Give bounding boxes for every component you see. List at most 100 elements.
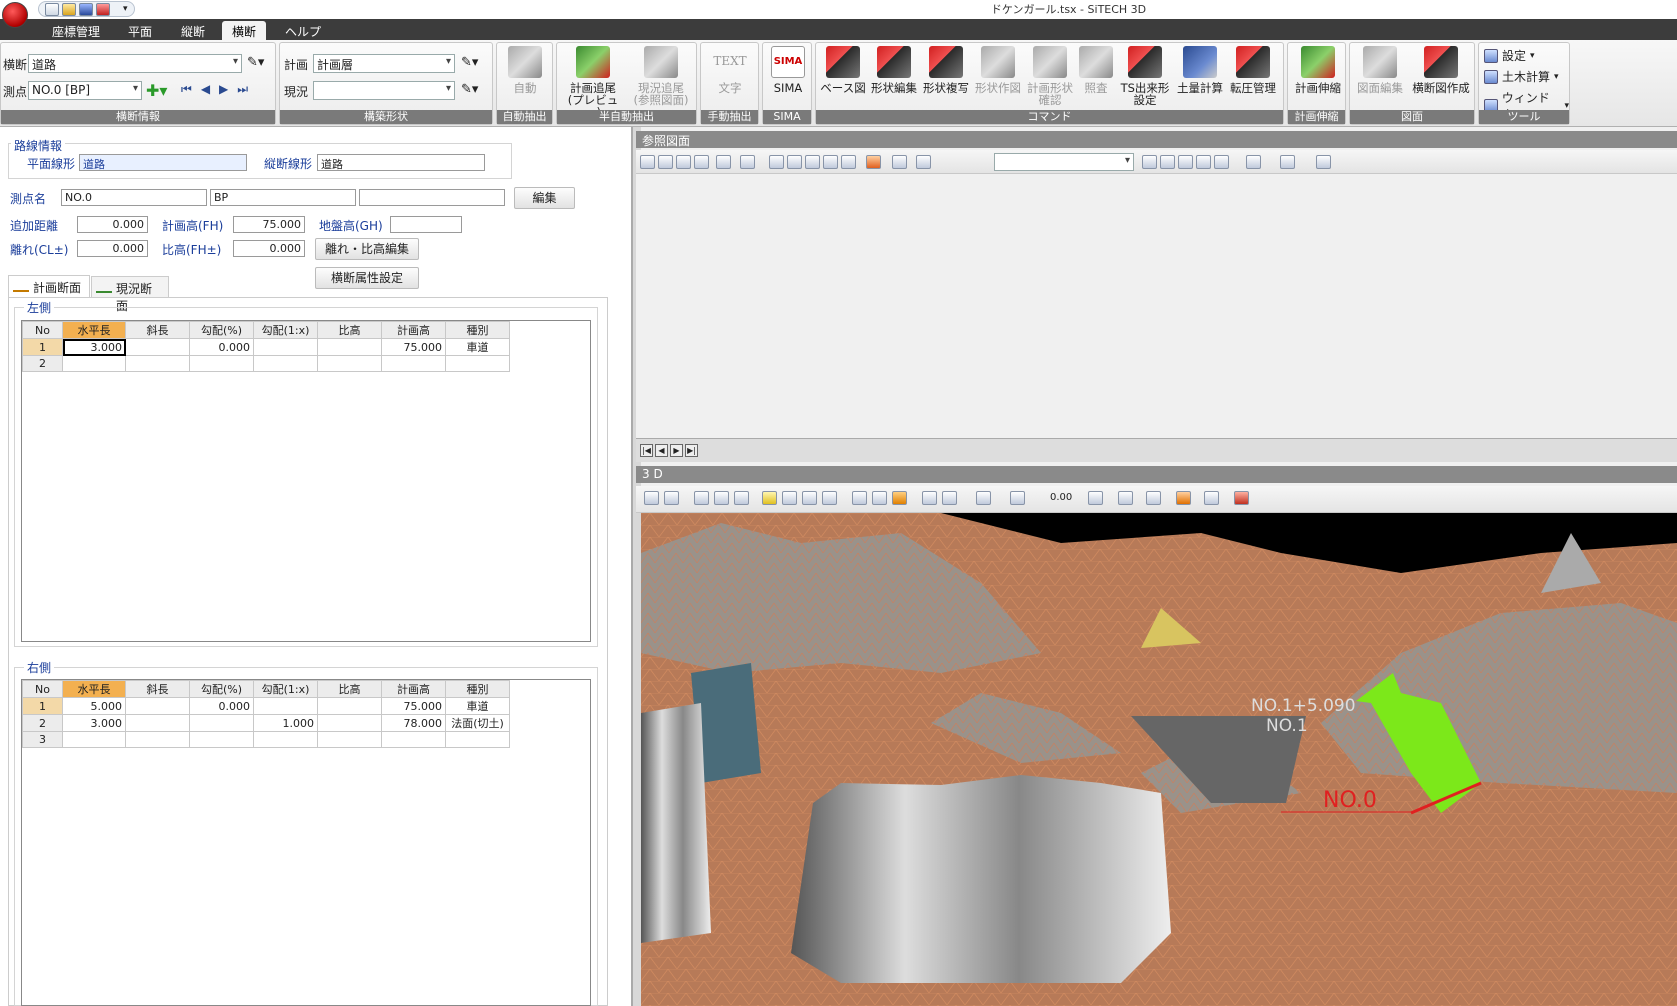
folder-icon[interactable] [658,155,673,169]
box-icon[interactable] [1176,491,1191,505]
table-row[interactable]: 1 3.000 0.000 75.000 車道 [22,338,510,356]
offset-field[interactable]: 0.000 [77,240,148,257]
compaction-button[interactable]: 転圧管理 [1226,46,1280,94]
light-icon[interactable] [762,491,777,505]
relative-height-field[interactable]: 0.000 [233,240,305,257]
plan-trace-button[interactable]: 計画追尾 (プレビュー) [561,46,625,118]
cube-icon[interactable] [976,491,991,505]
ip-icon[interactable] [892,491,907,505]
plan-alignment-field[interactable]: 道路 [79,154,247,171]
verify-button[interactable]: 照査 [1076,46,1116,94]
ground-height-field[interactable] [390,216,462,233]
chain-icon[interactable] [866,155,881,169]
ts-setting-button[interactable]: TS出来形 設定 [1116,46,1174,106]
last-page-icon[interactable]: ▶| [685,444,698,457]
view-icon[interactable] [1142,155,1157,169]
last-icon[interactable]: ⏭ [237,82,257,96]
arrows-icon[interactable] [802,491,817,505]
profile-alignment-field[interactable]: 道路 [317,154,485,171]
first-icon[interactable]: ⏮ [181,82,201,96]
shape-draw-button[interactable]: 形状作図 [972,46,1024,94]
tab-cross-section[interactable]: 横断 [222,21,267,40]
chart-icon[interactable] [841,155,856,169]
station-name-field-2[interactable]: BP [210,189,356,206]
tab-coordinates[interactable]: 座標管理 [42,21,110,40]
settings-button[interactable]: 設定 ▾ [1484,47,1535,64]
link-icon[interactable] [740,155,755,169]
wave-icon[interactable] [942,491,957,505]
text-button[interactable]: TEXT 文字 [707,46,753,94]
first-page-icon[interactable]: |◀ [640,444,653,457]
sima-button[interactable]: SIMA SIMA [769,46,807,94]
photo-icon[interactable] [1118,491,1133,505]
cross-attribute-button[interactable]: 横断属性設定 [315,267,419,289]
pointer-icon[interactable] [1246,155,1261,169]
delete-icon[interactable] [694,491,709,505]
tab-profile[interactable]: 縦断 [171,21,215,40]
offset-height-edit-button[interactable]: 離れ・比高編集 [315,238,419,260]
export-icon[interactable] [1234,491,1249,505]
open-folder-icon[interactable] [62,2,76,16]
surface-icon[interactable] [1160,155,1175,169]
doc-icon[interactable] [1146,491,1161,505]
line-icon[interactable] [769,155,784,169]
add-distance-field[interactable]: 0.000 [77,216,148,233]
layer3d-icon[interactable] [872,491,887,505]
drawing-edit-button[interactable]: 図面編集 [1352,46,1408,94]
pencil-icon[interactable]: ✎▾ [247,55,271,73]
page2-icon[interactable] [1196,155,1211,169]
table-row[interactable]: 3 [22,731,510,748]
civil-calc-button[interactable]: 土木計算 ▾ [1484,68,1559,85]
print-icon[interactable] [694,155,709,169]
add-point-icon[interactable]: ✚▾ [146,81,167,100]
plan-layer-select[interactable]: 計画層 [313,54,455,73]
current-trace-button[interactable]: 現況追尾 (参照図面) [627,46,695,106]
open-icon[interactable] [640,155,655,169]
layer-icon[interactable] [916,155,931,169]
qat-dropdown-icon[interactable]: ▾ [123,4,128,14]
tab-plan[interactable]: 平面 [118,21,162,40]
table-row[interactable]: 1 5.000 0.000 75.000 車道 [22,697,510,715]
refresh-icon[interactable] [1204,491,1219,505]
table-row[interactable]: 2 [22,355,510,372]
plan-height-field[interactable]: 75.000 [233,216,305,233]
right-side-grid[interactable]: No 水平長 斜長 勾配(%) 勾配(1:x) 比高 計画高 種別 1 5.000… [21,679,591,1006]
cross-select[interactable]: 道路 [28,54,242,73]
cross-drawing-button[interactable]: 横断図作成 [1408,46,1474,94]
tab-current-section[interactable]: 現況断面 [91,276,169,313]
next-icon[interactable]: ▶ [219,82,237,96]
table-row[interactable]: 2 3.000 1.000 78.000 法面(切土) [22,714,510,732]
zoom-icon[interactable] [664,491,679,505]
tools3d-icon[interactable] [782,491,797,505]
ruler-icon[interactable] [1088,491,1103,505]
import-icon[interactable] [892,155,907,169]
page-icon[interactable] [1178,155,1193,169]
prev-icon[interactable]: ◀ [201,82,219,96]
current-layer-select[interactable] [313,81,455,100]
profile-icon[interactable] [805,155,820,169]
plan-scale-button[interactable]: 計画伸縮 [1291,46,1345,94]
auto-button[interactable]: 自動 [505,46,545,94]
cube2-icon[interactable] [1010,491,1025,505]
shape-edit-button[interactable]: 形状編集 [868,46,920,94]
save3d-icon[interactable] [644,491,659,505]
shape-check-button[interactable]: 計画形状 確認 [1024,46,1076,106]
frame-icon[interactable] [714,491,729,505]
base-drawing-button[interactable]: ベース図 [818,46,868,94]
select-icon[interactable] [1280,155,1295,169]
tab-help[interactable]: ヘルプ [275,21,331,40]
measure-icon[interactable] [787,155,802,169]
station-name-field-3[interactable] [359,189,505,206]
app-logo-icon[interactable] [2,2,28,28]
reference-canvas[interactable] [636,174,1677,438]
edit-button[interactable]: 編集 [514,187,575,209]
image-icon[interactable] [676,155,691,169]
save-icon[interactable] [79,2,93,16]
grid3d-icon[interactable] [822,491,837,505]
point-select[interactable]: NO.0 [BP] [28,81,142,100]
screen-icon[interactable] [1316,155,1331,169]
view3d-canvas[interactable]: NO.1+5.090 NO.1 NO.0 [641,513,1677,1006]
new-file-icon[interactable] [45,2,59,16]
fit-icon[interactable] [852,491,867,505]
plan-pencil-icon[interactable]: ✎▾ [461,55,478,70]
